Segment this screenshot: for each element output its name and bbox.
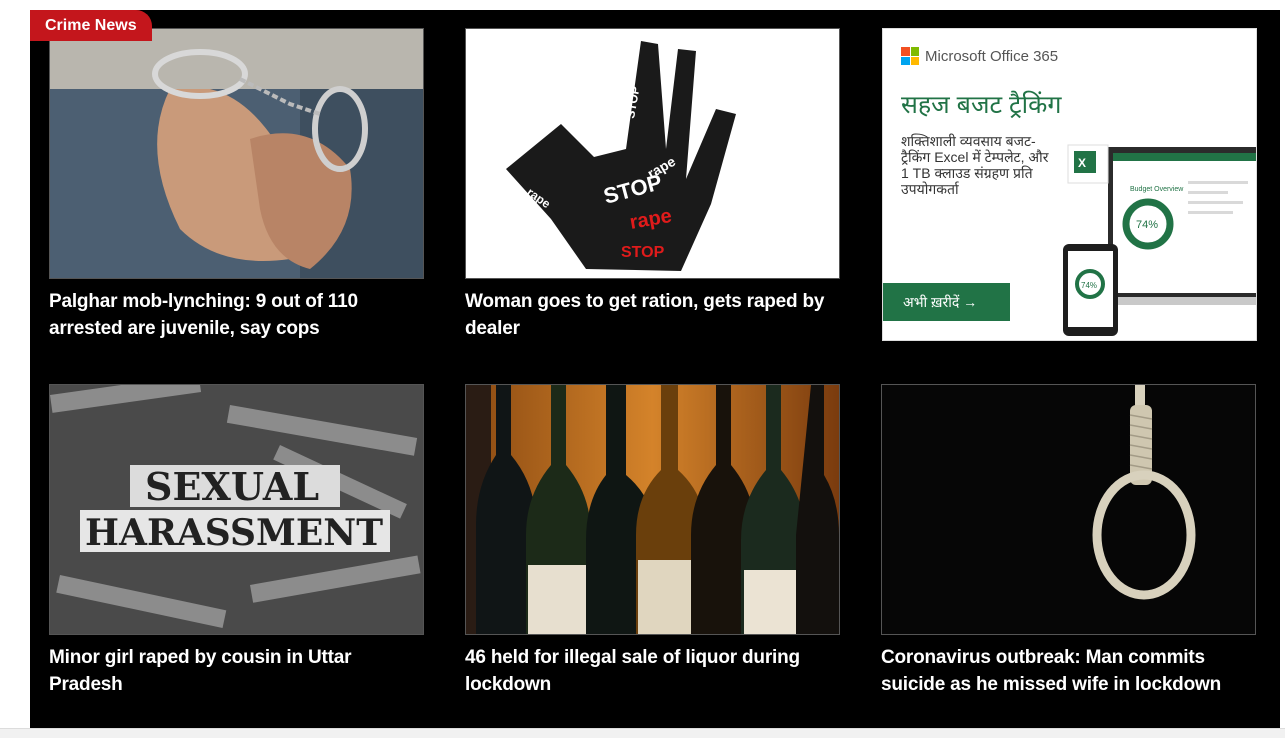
section-tag-crime-news[interactable]: Crime News <box>30 10 152 41</box>
article-headline[interactable]: Palghar mob-lynching: 9 out of 110 arres… <box>49 288 424 342</box>
article-thumbnail-stop-hand[interactable]: STOP rape STOP rape rape STOP <box>465 28 840 279</box>
microsoft-logo-icon <box>901 47 919 65</box>
handcuffs-image <box>50 29 423 278</box>
svg-text:74%: 74% <box>1136 219 1158 231</box>
harassment-newspaper-image: SEXUAL HARASSMENT <box>50 385 423 634</box>
excel-devices-illustration: Budget Overview 74% X 74% <box>1063 144 1256 336</box>
ad-buy-now-button[interactable]: अभी ख़रीदें → <box>883 283 1010 321</box>
article-thumbnail-noose[interactable] <box>881 384 1256 635</box>
stop-hand-image: STOP rape STOP rape rape STOP <box>466 29 839 278</box>
article-thumbnail-harassment[interactable]: SEXUAL HARASSMENT <box>49 384 424 635</box>
article-thumbnail-handcuffs[interactable] <box>49 28 424 279</box>
liquor-bottles-image <box>466 385 839 634</box>
ad-brand-text: Microsoft Office 365 <box>925 47 1059 65</box>
article-card[interactable]: Coronavirus outbreak: Man commits suicid… <box>881 384 1256 698</box>
noose-image <box>882 385 1255 634</box>
svg-text:STOP: STOP <box>621 244 665 261</box>
ad-brand: Microsoft Office 365 <box>901 47 1058 65</box>
article-headline[interactable]: 46 held for illegal sale of liquor durin… <box>465 644 840 698</box>
svg-text:SEXUAL: SEXUAL <box>145 464 319 509</box>
article-card[interactable]: STOP rape STOP rape rape STOP Woman goes… <box>465 28 840 342</box>
article-headline[interactable]: Minor girl raped by cousin in Uttar Prad… <box>49 644 424 698</box>
svg-text:Budget Overview: Budget Overview <box>1130 186 1184 193</box>
svg-text:74%: 74% <box>1081 281 1097 290</box>
ad-heading: सहज बजट ट्रैकिंग <box>901 91 1062 119</box>
article-card[interactable]: Palghar mob-lynching: 9 out of 110 arres… <box>49 28 424 342</box>
article-card[interactable]: 46 held for illegal sale of liquor durin… <box>465 384 840 698</box>
article-card[interactable]: SEXUAL HARASSMENT Minor girl raped by co… <box>49 384 424 698</box>
article-headline[interactable]: Coronavirus outbreak: Man commits suicid… <box>881 644 1256 698</box>
svg-text:X: X <box>1078 156 1086 170</box>
article-thumbnail-liquor[interactable] <box>465 384 840 635</box>
advertisement-office365[interactable]: Microsoft Office 365 सहज बजट ट्रैकिंग शक… <box>882 28 1257 341</box>
ad-body-text: शक्तिशाली व्यवसाय बजट-ट्रैकिंग Excel में… <box>901 133 1049 197</box>
svg-text:HARASSMENT: HARASSMENT <box>85 512 383 554</box>
article-headline[interactable]: Woman goes to get ration, gets raped by … <box>465 288 840 342</box>
